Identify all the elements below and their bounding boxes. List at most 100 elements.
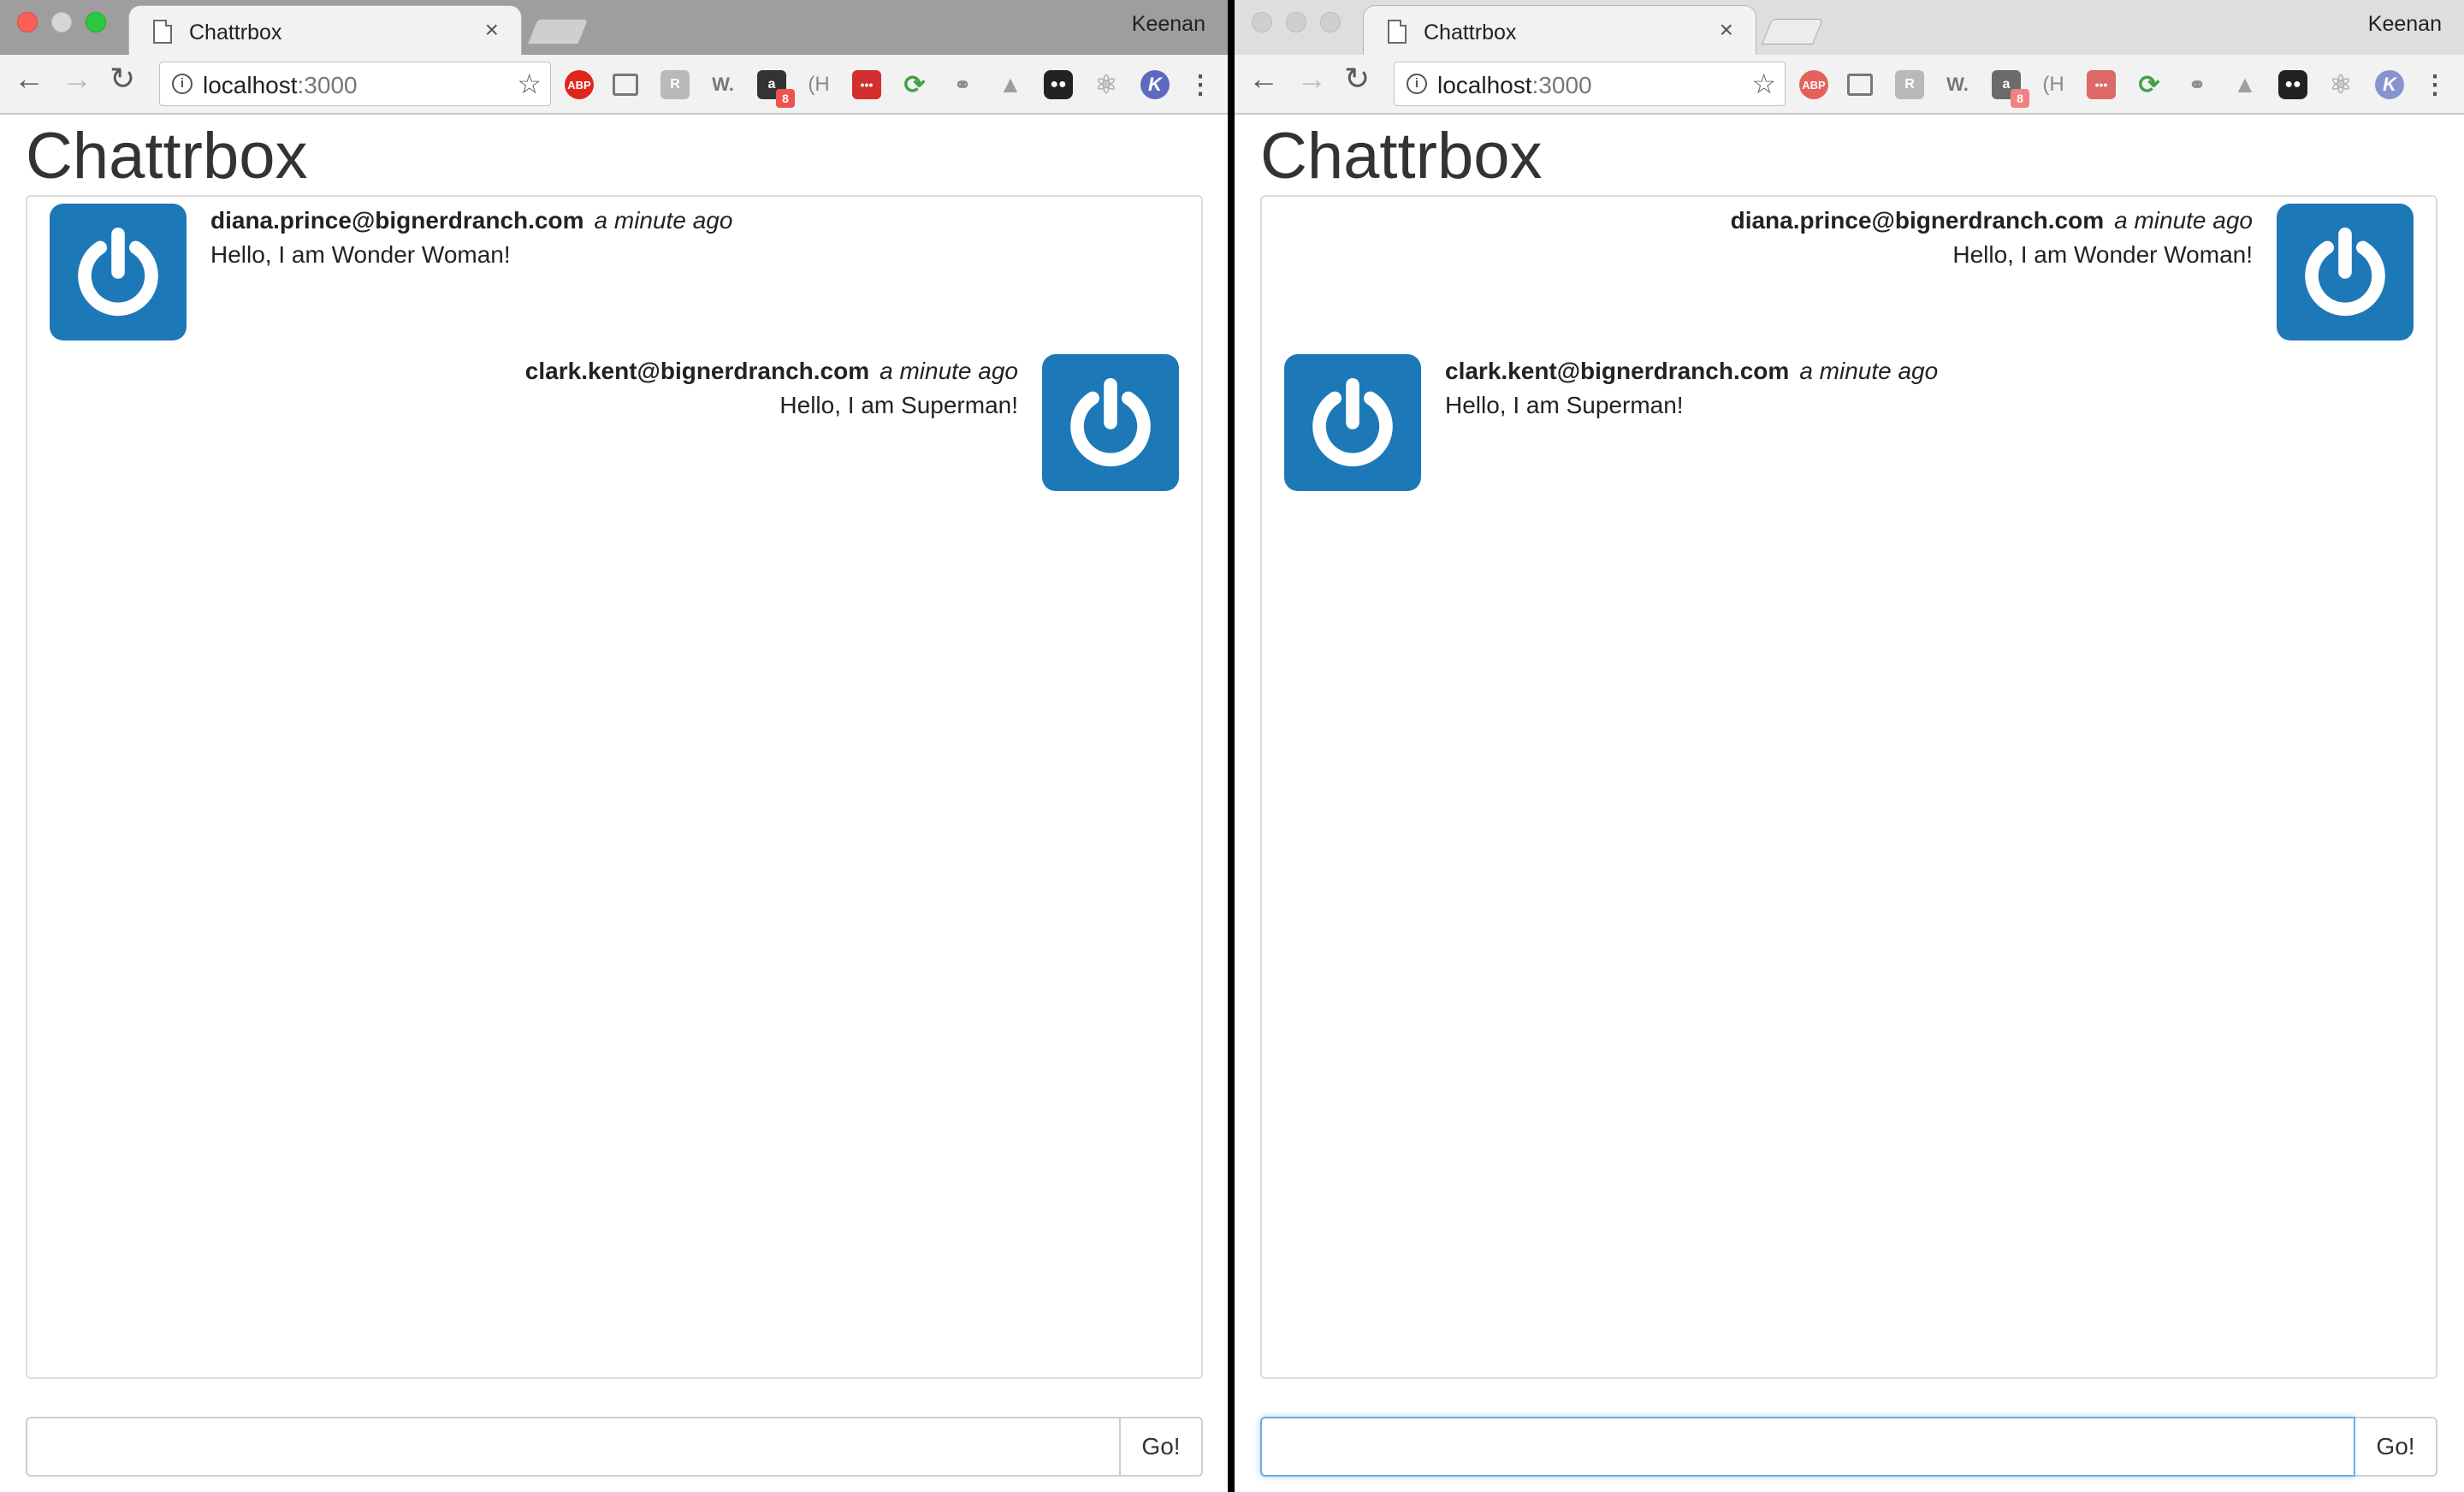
readability-icon[interactable]: R [1895, 70, 1924, 99]
k-extension-icon[interactable]: K [1140, 70, 1170, 99]
reload-icon[interactable]: ↻ [110, 63, 135, 94]
readability-icon[interactable]: R [660, 70, 690, 99]
adblock-icon[interactable]: ABP [565, 70, 594, 99]
browser-window-right: Chattrbox × Keenan ← → ↻ i localhost:300… [1235, 0, 2464, 1492]
window-controls [1252, 12, 1341, 33]
browser-tab[interactable]: Chattrbox × [1363, 5, 1756, 56]
page-title: Chattrbox [26, 120, 308, 192]
amazon-icon[interactable]: a8 [1992, 70, 2029, 108]
profile-name[interactable]: Keenan [2368, 12, 2442, 37]
url-port: :3000 [1531, 72, 1592, 98]
browser-toolbar: ← → ↻ i localhost:3000 ☆ ABP R W. a8 (H … [1235, 55, 2464, 115]
page-title: Chattrbox [1260, 120, 1543, 192]
bike-icon[interactable]: ⚭ [948, 70, 977, 99]
refresh-green-icon[interactable]: ⟳ [2135, 70, 2164, 99]
message-time: a minute ago [1799, 358, 1939, 384]
history-icon[interactable]: (H [804, 70, 833, 99]
drive-icon[interactable]: ▲ [2230, 70, 2260, 99]
close-tab-icon[interactable]: × [1720, 18, 1733, 42]
bike-icon[interactable]: ⚭ [2183, 70, 2212, 99]
react-icon[interactable]: ⚛ [2326, 70, 2355, 99]
browser-tab[interactable]: Chattrbox × [128, 5, 522, 56]
maximize-window-button[interactable] [86, 12, 106, 33]
message-sender: clark.kent@bignerdranch.com [1445, 358, 1790, 384]
message-input[interactable] [26, 1417, 1121, 1477]
refresh-green-icon[interactable]: ⟳ [900, 70, 929, 99]
owl-icon[interactable]: ●● [1044, 70, 1073, 99]
title-bar: Chattrbox × Keenan [0, 0, 1228, 56]
message-header: diana.prince@bignerdranch.com a minute ag… [210, 204, 732, 238]
lastpass-icon[interactable]: ••• [852, 70, 881, 99]
url-text: localhost:3000 [203, 72, 358, 99]
bookmark-star-icon[interactable]: ☆ [517, 68, 542, 100]
message-text: Hello, I am Superman! [1445, 392, 1684, 418]
avatar [1284, 354, 1421, 491]
menu-icon[interactable]: ⋮ [2420, 70, 2449, 99]
message-input[interactable] [1260, 1417, 2355, 1477]
reload-icon[interactable]: ↻ [1344, 63, 1370, 94]
send-button[interactable]: Go! [2355, 1417, 2437, 1477]
page-icon [1388, 20, 1407, 44]
message-body: clark.kent@bignerdranch.com a minute ago … [501, 354, 1042, 423]
tab-title: Chattrbox [189, 21, 282, 44]
history-icon[interactable]: (H [2039, 70, 2068, 99]
message-text: Hello, I am Wonder Woman! [210, 241, 511, 268]
message-list[interactable]: diana.prince@bignerdranch.com a minute ag… [1260, 195, 2437, 1379]
close-window-button[interactable] [17, 12, 38, 33]
cast-icon[interactable] [1847, 74, 1873, 96]
bookmark-star-icon[interactable]: ☆ [1751, 68, 1776, 100]
info-icon[interactable]: i [172, 74, 192, 94]
react-icon[interactable]: ⚛ [1092, 70, 1121, 99]
amazon-icon[interactable]: a8 [757, 70, 795, 108]
message-list[interactable]: diana.prince@bignerdranch.com a minute ag… [26, 195, 1203, 1379]
message-body: clark.kent@bignerdranch.com a minute ago … [1421, 354, 1962, 423]
power-icon [1312, 378, 1393, 467]
close-window-button[interactable] [1252, 12, 1272, 33]
tab-title: Chattrbox [1424, 21, 1517, 44]
back-icon[interactable]: ← [14, 63, 44, 94]
adblock-icon[interactable]: ABP [1799, 70, 1828, 99]
close-tab-icon[interactable]: × [485, 18, 499, 42]
drive-icon[interactable]: ▲ [996, 70, 1025, 99]
avatar [1042, 354, 1179, 491]
address-bar[interactable]: i localhost:3000 ☆ [159, 62, 551, 106]
message-sender: diana.prince@bignerdranch.com [1730, 207, 2105, 234]
url-text: localhost:3000 [1437, 72, 1592, 99]
lastpass-icon[interactable]: ••• [2087, 70, 2116, 99]
forward-icon[interactable]: → [1296, 63, 1327, 94]
k-extension-icon[interactable]: K [2375, 70, 2404, 99]
cast-icon[interactable] [613, 74, 638, 96]
page-icon [153, 20, 172, 44]
message-item: clark.kent@bignerdranch.com a minute ago … [1284, 354, 2414, 493]
message-time: a minute ago [880, 358, 1018, 384]
badge-count: 8 [2011, 89, 2029, 108]
forward-icon[interactable]: → [62, 63, 92, 94]
badge-count: 8 [776, 89, 795, 108]
address-bar[interactable]: i localhost:3000 ☆ [1394, 62, 1786, 106]
message-header: diana.prince@bignerdranch.com a minute ag… [1731, 204, 2253, 238]
owl-icon[interactable]: ●● [2278, 70, 2307, 99]
minimize-window-button[interactable] [1286, 12, 1306, 33]
back-icon[interactable]: ← [1248, 63, 1279, 94]
title-bar: Chattrbox × Keenan [1235, 0, 2464, 56]
minimize-window-button[interactable] [51, 12, 72, 33]
message-item: diana.prince@bignerdranch.com a minute ag… [50, 204, 1179, 342]
message-form: Go! [26, 1417, 1203, 1477]
maximize-window-button[interactable] [1320, 12, 1341, 33]
wappalyzer-icon[interactable]: W. [708, 70, 737, 99]
message-header: clark.kent@bignerdranch.com a minute ago [1445, 354, 1938, 388]
page-content: Chattrbox diana.prince@bignerdranch.com a… [1235, 115, 2464, 1492]
browser-window-left: Chattrbox × Keenan ← → ↻ i localhost:300… [0, 0, 1228, 1492]
info-icon[interactable]: i [1407, 74, 1427, 94]
message-sender: clark.kent@bignerdranch.com [524, 358, 870, 384]
new-tab-button[interactable] [526, 19, 589, 44]
menu-icon[interactable]: ⋮ [1186, 70, 1215, 99]
wappalyzer-icon[interactable]: W. [1943, 70, 1972, 99]
message-form: Go! [1260, 1417, 2437, 1477]
new-tab-button[interactable] [1761, 19, 1824, 44]
send-button[interactable]: Go! [1121, 1417, 1203, 1477]
browser-toolbar: ← → ↻ i localhost:3000 ☆ ABP R W. a8 (H … [0, 55, 1228, 115]
message-text: Hello, I am Superman! [779, 392, 1018, 418]
profile-name[interactable]: Keenan [1132, 12, 1205, 37]
url-host: localhost [1437, 72, 1532, 98]
